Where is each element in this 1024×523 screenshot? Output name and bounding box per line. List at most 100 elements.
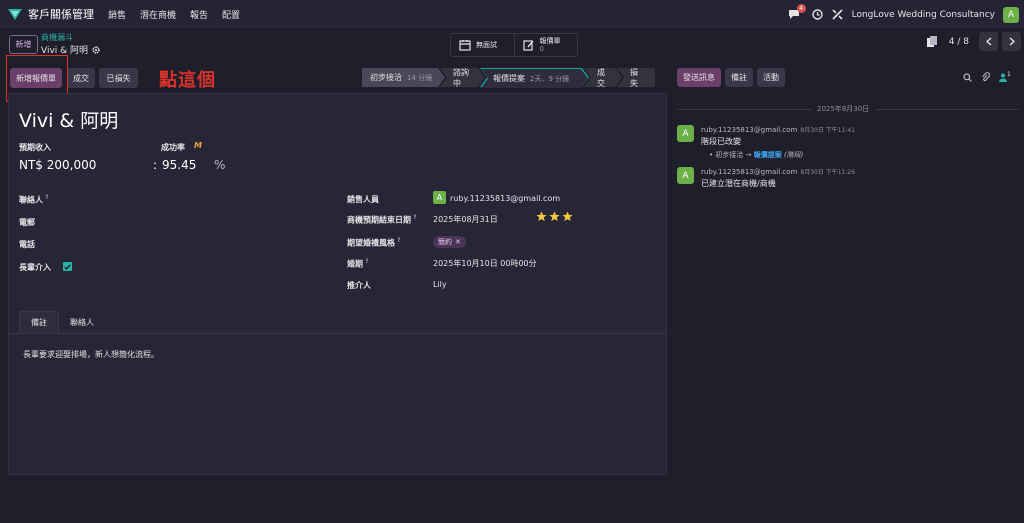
message-header: ruby.11235813@gmail.com 8月30日 下午11:26 <box>701 167 855 176</box>
phone-label: 電話 <box>19 240 35 249</box>
expected-revenue-value[interactable]: NT$ 200,000 <box>19 158 96 172</box>
pager: 4 / 8 <box>926 32 1021 51</box>
priority-stars[interactable] <box>536 211 573 222</box>
stage-label: 損失 <box>630 67 638 88</box>
stage-quotation-proposal[interactable]: 報價提案 2天、9 分鐘 <box>480 68 589 87</box>
app-name[interactable]: 客戶關係管理 <box>28 6 94 22</box>
tracking-old-value: 初步接洽 <box>715 151 744 159</box>
menu-sales[interactable]: 銷售 <box>108 8 126 21</box>
wedding-style-tag[interactable]: 簡約 ✕ <box>433 236 466 248</box>
menu-leads[interactable]: 潛在商機 <box>140 8 176 21</box>
checkmark-icon <box>64 263 71 270</box>
email-label: 電郵 <box>19 218 35 227</box>
tracking-field: (階段) <box>783 151 804 159</box>
deadline-value[interactable]: 2025年08月31日 <box>433 214 498 225</box>
paperclip-icon[interactable] <box>981 72 990 82</box>
followers-count: 1 <box>1007 70 1011 78</box>
pager-value[interactable]: 4 / 8 <box>949 37 969 47</box>
followers-button[interactable]: 1 <box>999 70 1011 82</box>
ai-icon[interactable]: M <box>194 141 202 150</box>
message-avatar[interactable]: A <box>677 125 694 142</box>
message-body: 階段已改變 <box>701 137 741 146</box>
chatter-panel: 2025年8月30日 A ruby.11235813@gmail.com 8月30… <box>672 93 1024 523</box>
wedding-date-value[interactable]: 2025年10月10日 00時00分 <box>433 258 537 269</box>
wedding-style-label: 期望婚禮風格 ? <box>347 237 401 248</box>
documents-icon[interactable] <box>926 36 937 47</box>
message-body: 已建立潛在商機/商機 <box>701 179 776 188</box>
won-button[interactable]: 成交 <box>67 68 95 88</box>
notebook-tabs: 備註 聯絡人 <box>19 311 105 333</box>
elder-involvement-checkbox[interactable] <box>63 262 72 271</box>
message-author[interactable]: ruby.11235813@gmail.com <box>701 168 797 176</box>
chatter-topbar: 發送訊息 備註 活動 <box>677 68 785 87</box>
message-author[interactable]: ruby.11235813@gmail.com <box>701 126 797 134</box>
crm-app-icon[interactable] <box>8 8 22 20</box>
clock-icon[interactable] <box>811 9 823 20</box>
star-icon[interactable] <box>536 211 547 222</box>
elder-involvement-label: 長輩介入 <box>19 263 51 272</box>
menu-reporting[interactable]: 報告 <box>190 8 208 21</box>
form-sheet: Vivi & 阿明 預期收入 NT$ 200,000 成功率 M : 95.45… <box>8 93 667 475</box>
tracking-change: • 初步接洽 → 報價提案 (階段) <box>709 151 804 159</box>
stage-lost[interactable]: 損失 <box>617 68 655 87</box>
top-navbar: 客戶關係管理 銷售 潛在商機 報告 配置 4 LongLove Wedding … <box>0 0 1024 29</box>
pager-next-button[interactable] <box>1002 32 1021 51</box>
user-icon <box>999 73 1007 82</box>
message-avatar[interactable]: A <box>677 167 694 184</box>
arrow-right-icon: → <box>745 151 752 159</box>
tab-divider <box>9 333 666 334</box>
control-panel: 新增 商機漏斗 Vivi & 阿明 無面試 報價單 0 4 / 8 <box>0 29 1024 65</box>
remove-tag-icon[interactable]: ✕ <box>455 238 461 246</box>
star-icon[interactable] <box>562 211 573 222</box>
message-header: ruby.11235813@gmail.com 8月30日 下午11:41 <box>701 125 855 134</box>
expected-revenue-label: 預期收入 <box>19 143 51 152</box>
stage-initial-contact[interactable]: 初步接洽 14 分鐘 <box>362 68 445 87</box>
probability-value[interactable]: 95.45 <box>162 158 196 172</box>
stage-duration: 2天、9 分鐘 <box>530 74 570 83</box>
deadline-label: 商機預期結束日期 ? <box>347 214 417 225</box>
menu-configuration[interactable]: 配置 <box>222 8 240 21</box>
click-here-annotation: 點這個 <box>159 70 216 91</box>
message-time: 8月30日 下午11:41 <box>800 127 856 134</box>
referrer-value[interactable]: Lily <box>433 280 447 289</box>
salesperson-label: 銷售人員 <box>347 195 379 204</box>
tab-notes[interactable]: 備註 <box>19 311 59 333</box>
salesperson-avatar: A <box>433 191 446 204</box>
lost-button[interactable]: 已損失 <box>99 68 138 88</box>
probability-label: 成功率 <box>161 143 185 152</box>
stage-pipeline: 初步接洽 14 分鐘 諮詢中 報價提案 2天、9 分鐘 成交 損失 <box>362 68 655 87</box>
probability-colon: : <box>153 158 158 172</box>
send-message-button[interactable]: 發送訊息 <box>677 68 721 87</box>
star-icon[interactable] <box>549 211 560 222</box>
log-note-button[interactable]: 備註 <box>725 68 753 87</box>
company-name[interactable]: LongLove Wedding Consultancy <box>852 10 995 20</box>
search-icon[interactable] <box>963 72 972 82</box>
tab-contacts[interactable]: 聯絡人 <box>59 311 105 333</box>
chat-badge: 4 <box>796 4 806 13</box>
tools-icon[interactable] <box>832 9 843 20</box>
stage-won[interactable]: 成交 <box>584 68 622 87</box>
referrer-label: 推介人 <box>347 281 371 290</box>
quote-count: 0 <box>539 45 544 53</box>
quote-label: 報價單 <box>539 37 561 45</box>
new-button[interactable]: 新增 <box>9 35 38 54</box>
stage-consulting[interactable]: 諮詢中 <box>440 68 485 87</box>
chat-icon[interactable]: 4 <box>788 4 806 20</box>
chatter-tools: 1 <box>963 70 1011 82</box>
salesperson-value[interactable]: ruby.11235813@gmail.com <box>450 194 560 203</box>
stage-label: 初步接洽 <box>370 73 402 82</box>
date-separator-label: 2025年8月30日 <box>811 104 876 114</box>
breadcrumb-parent[interactable]: 商機漏斗 <box>41 32 73 43</box>
user-avatar[interactable]: A <box>1003 6 1019 23</box>
gear-icon[interactable] <box>92 45 100 54</box>
calendar-icon <box>459 40 471 51</box>
quotation-smart-button[interactable]: 報價單 0 <box>513 34 578 56</box>
stage-label: 報價提案 <box>493 74 525 83</box>
pager-previous-button[interactable] <box>979 32 998 51</box>
activity-button[interactable]: 活動 <box>757 68 785 87</box>
smart-buttons: 無面試 報價單 0 <box>450 33 578 57</box>
notes-content[interactable]: 長輩要求迎娶排場，新人想簡化流程。 <box>23 349 159 360</box>
stage-label: 諮詢中 <box>453 67 469 88</box>
record-title[interactable]: Vivi & 阿明 <box>19 106 118 133</box>
meeting-smart-button[interactable]: 無面試 <box>451 34 514 56</box>
